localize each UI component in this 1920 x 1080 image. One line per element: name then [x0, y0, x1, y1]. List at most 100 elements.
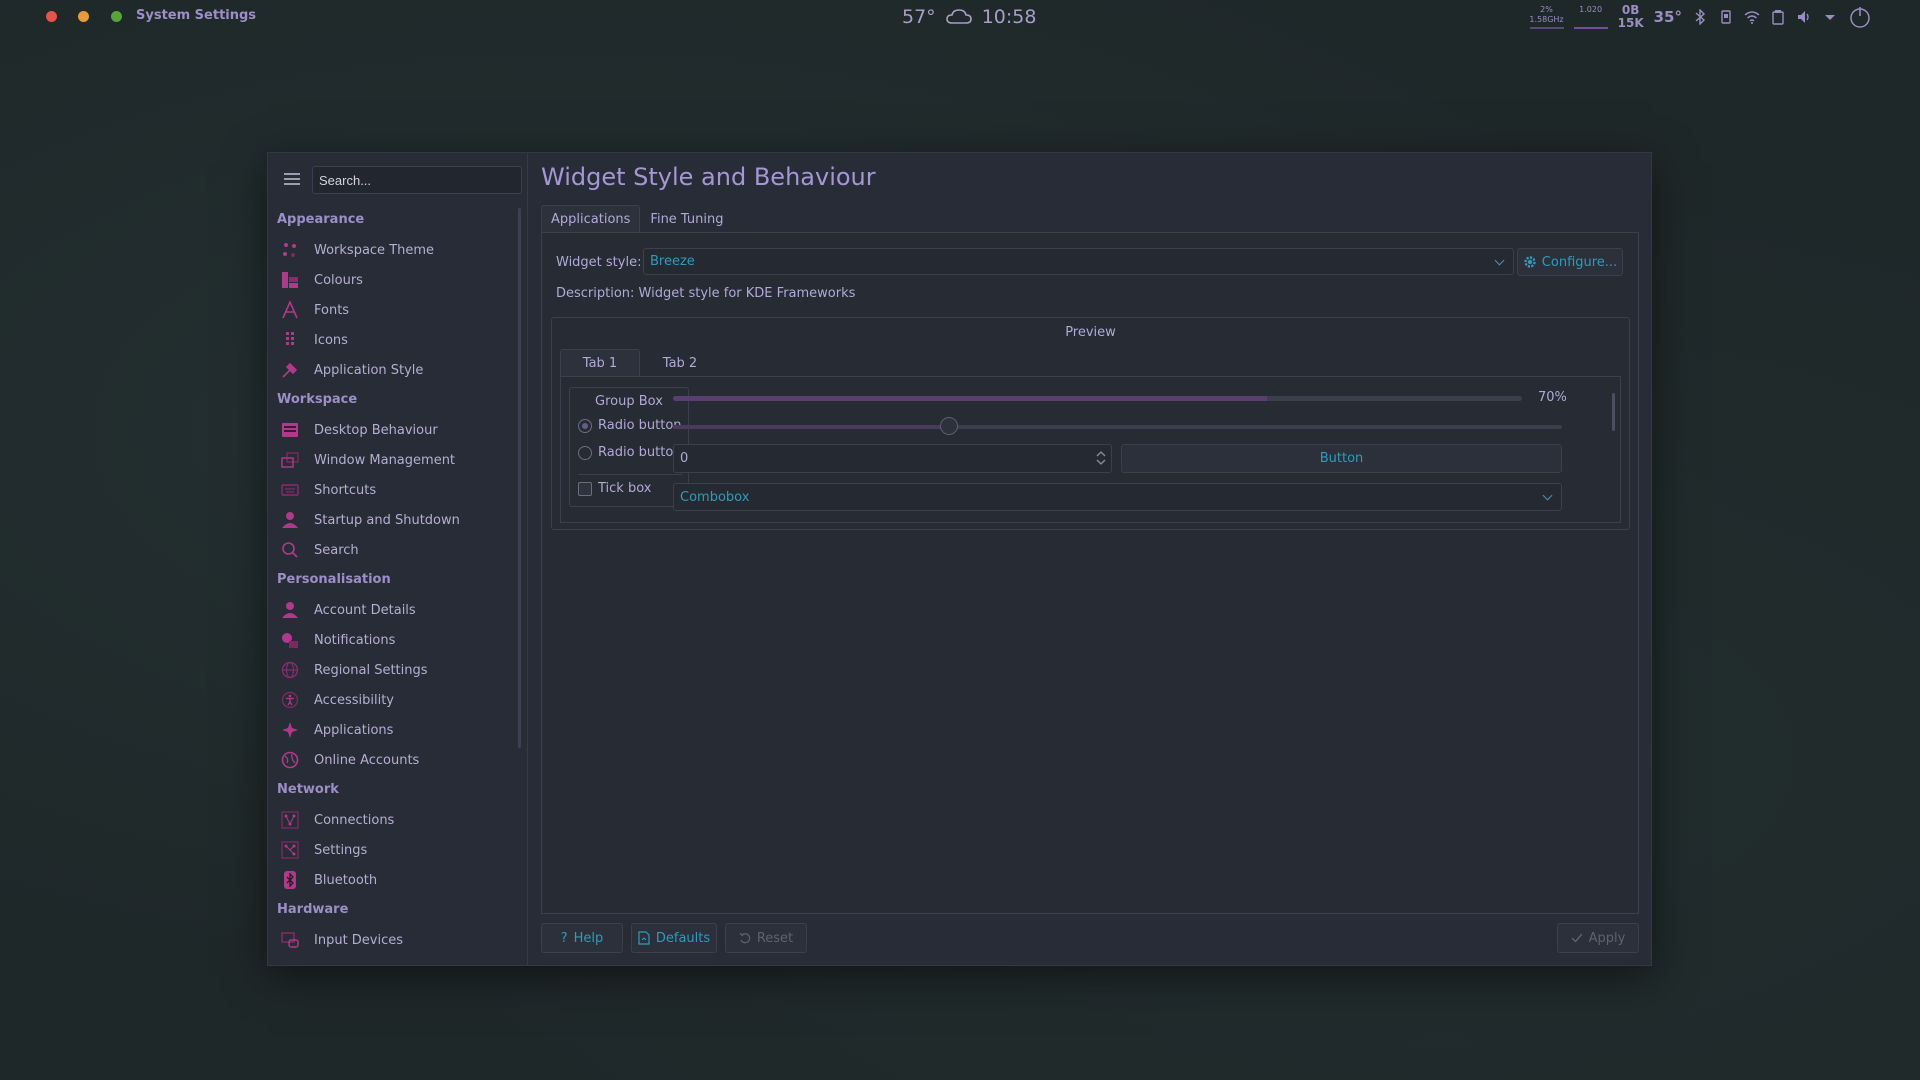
tab-preview-2[interactable]: Tab 2 [640, 349, 720, 377]
defaults-button[interactable]: Defaults [631, 923, 717, 953]
sidebar-item-label: Startup and Shutdown [314, 512, 460, 528]
group-separator [578, 474, 682, 475]
sidebar-item-workspace-theme[interactable]: Workspace Theme [268, 235, 518, 265]
undo-icon [739, 932, 751, 944]
sidebar-item-label: Input Devices [314, 932, 404, 948]
radio-indicator [578, 445, 592, 460]
tray-expand-icon[interactable] [1822, 9, 1838, 25]
radio-label: Radio button [598, 445, 682, 460]
device-icon[interactable] [1718, 9, 1734, 25]
sidebar-item-window-management[interactable]: Window Management [268, 445, 518, 475]
sidebar-item-label: Applications [314, 722, 394, 738]
section-hardware: Hardware [277, 902, 349, 917]
volume-icon[interactable] [1796, 9, 1812, 25]
sidebar-item-account-details[interactable]: Account Details [268, 595, 518, 625]
cpu-freq: 1.58GHz [1529, 15, 1564, 24]
checkbox-indicator [578, 481, 592, 496]
hamburger-menu-icon[interactable] [284, 173, 300, 187]
sidebar-item-bluetooth[interactable]: Bluetooth [268, 865, 518, 895]
sidebar-item-applications[interactable]: Applications [268, 715, 518, 745]
preview-combobox[interactable]: Combobox [673, 483, 1562, 511]
sidebar-item-shortcuts[interactable]: Shortcuts [268, 475, 518, 505]
help-icon: ? [560, 930, 568, 946]
slider-fill [673, 425, 949, 429]
sidebar-item-label: Settings [314, 842, 368, 858]
top-panel: System Settings 57° 10:58 2% 1.58GHz 1.0… [0, 0, 1920, 34]
preview-button[interactable]: Button [1121, 444, 1562, 473]
applications-icon [280, 720, 300, 740]
tab-applications[interactable]: Applications [541, 205, 641, 233]
sidebar-item-accessibility[interactable]: Accessibility [268, 685, 518, 715]
section-personalisation: Personalisation [277, 572, 391, 587]
sidebar-item-label: Search [314, 542, 359, 558]
preview-scrollbar[interactable] [1612, 393, 1615, 431]
network-settings-icon [280, 840, 300, 860]
cpu-monitor[interactable]: 2% 1.58GHz [1529, 5, 1564, 29]
online-accounts-icon [280, 750, 300, 770]
tab-preview-1[interactable]: Tab 1 [560, 349, 640, 377]
group-box-title: Group Box [595, 394, 663, 409]
radio-button-2[interactable]: Radio button [578, 445, 682, 460]
section-workspace: Workspace [277, 392, 358, 407]
tab-fine-tuning[interactable]: Fine Tuning [640, 205, 733, 233]
slider-handle[interactable] [939, 417, 958, 435]
sidebar-item-label: Workspace Theme [314, 242, 435, 258]
widget-style-combobox[interactable]: Breeze [643, 248, 1514, 275]
progress-bar [673, 396, 1522, 401]
document-icon [638, 931, 650, 945]
help-button[interactable]: ? Help [541, 923, 623, 953]
clipboard-icon[interactable] [1770, 9, 1786, 25]
sidebar-item-colours[interactable]: Colours [268, 265, 518, 295]
sidebar-item-network-settings[interactable]: Settings [268, 835, 518, 865]
maximize-dot[interactable] [111, 11, 122, 22]
sidebar-item-startup-shutdown[interactable]: Startup and Shutdown [268, 505, 518, 535]
sidebar-item-connections[interactable]: Connections [268, 805, 518, 835]
spinbox[interactable]: 0 [673, 444, 1112, 473]
tab-panel: Widget style: Breeze Configure... Descri… [541, 232, 1639, 914]
colours-icon [280, 270, 300, 290]
reset-label: Reset [756, 930, 794, 946]
sidebar-item-label: Bluetooth [314, 872, 378, 888]
progress-label: 70% [1538, 390, 1567, 405]
notifications-icon [280, 630, 300, 650]
icons-icon [280, 330, 300, 350]
sidebar-item-online-accounts[interactable]: Online Accounts [268, 745, 518, 775]
reset-button[interactable]: Reset [725, 923, 807, 953]
sidebar-scrollbar[interactable] [518, 208, 521, 748]
input-devices-icon [280, 930, 300, 950]
sidebar-item-label: Accessibility [314, 692, 394, 708]
sidebar-item-regional-settings[interactable]: Regional Settings [268, 655, 518, 685]
group-box: Group Box Radio button Radio button Tick… [569, 387, 689, 507]
sidebar-item-label: Application Style [314, 362, 424, 378]
minimize-dot[interactable] [78, 11, 89, 22]
sidebar: Appearance Workspace Theme Colours Fonts… [268, 153, 528, 965]
sidebar-item-fonts[interactable]: Fonts [268, 295, 518, 325]
radio-button-1[interactable]: Radio button [578, 418, 682, 433]
sidebar-item-notifications[interactable]: Notifications [268, 625, 518, 655]
temperature[interactable]: 35° [1654, 8, 1682, 26]
configure-button[interactable]: Configure... [1517, 248, 1623, 276]
search-input[interactable] [312, 166, 522, 194]
load-monitor[interactable]: 1.020 [1573, 5, 1608, 29]
sidebar-item-input-devices[interactable]: Input Devices [268, 925, 518, 955]
sidebar-item-icons[interactable]: Icons [268, 325, 518, 355]
sidebar-item-application-style[interactable]: Application Style [268, 355, 518, 385]
combobox-value: Combobox [680, 490, 750, 505]
sidebar-item-search[interactable]: Search [268, 535, 518, 565]
apply-button[interactable]: Apply [1557, 923, 1639, 953]
wifi-icon[interactable] [1744, 9, 1760, 25]
bluetooth-tray-icon[interactable] [1692, 9, 1708, 25]
network-monitor[interactable]: 0B 15K [1618, 4, 1644, 30]
tick-box-label: Tick box [598, 481, 652, 496]
clock-weather[interactable]: 57° 10:58 [902, 4, 1036, 30]
sidebar-item-label: Icons [314, 332, 348, 348]
tick-box[interactable]: Tick box [578, 481, 651, 496]
search-icon [280, 540, 300, 560]
power-icon[interactable] [1848, 5, 1872, 29]
window-management-icon [280, 450, 300, 470]
sidebar-item-desktop-behaviour[interactable]: Desktop Behaviour [268, 415, 518, 445]
close-dot[interactable] [46, 11, 57, 22]
main-content: Widget Style and Behaviour Applications … [541, 153, 1651, 965]
spin-arrows-icon[interactable] [1096, 448, 1106, 468]
slider-track[interactable] [673, 425, 1562, 429]
